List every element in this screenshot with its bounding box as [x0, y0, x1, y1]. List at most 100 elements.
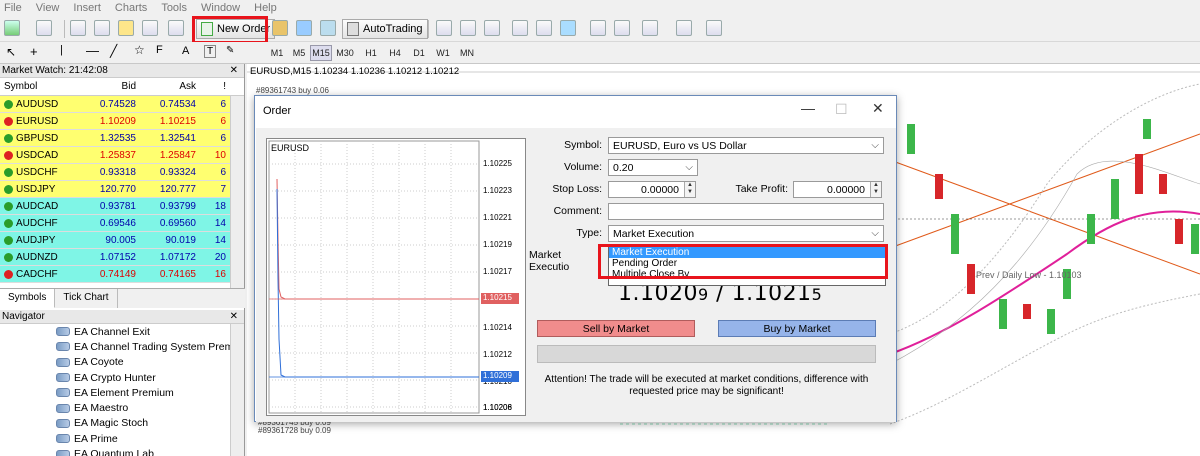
signals-icon[interactable] [296, 20, 312, 36]
drawing-toolbar: ↖ + | — ╱ ☆ F A T ✎ M1 M5 M15 M30 H1 H4 D1 W1 MN [0, 42, 1200, 64]
label-icon[interactable]: T [204, 45, 217, 58]
indicators-icon[interactable] [642, 20, 658, 36]
menu-item[interactable]: Tools [161, 2, 187, 14]
menu-item[interactable]: Window [201, 2, 240, 14]
sell-by-market-button[interactable]: Sell by Market [537, 320, 695, 337]
market-watch-icon[interactable] [70, 20, 86, 36]
text-icon[interactable]: A [182, 45, 189, 57]
price-axis-label: 1.10206 [483, 403, 512, 412]
minimize-icon[interactable]: — [801, 100, 815, 116]
zoom-in-icon[interactable] [512, 20, 528, 36]
horizontal-line-icon[interactable]: — [86, 43, 99, 58]
stop-loss-label: Stop Loss: [552, 183, 602, 195]
comment-input[interactable] [608, 203, 884, 220]
table-row[interactable]: AUDNZD 1.07152 1.07172 20 [0, 249, 244, 266]
trendline-icon[interactable]: ╱ [110, 44, 117, 58]
stepper-icon[interactable]: ▲ ▼ [870, 182, 881, 197]
navigator-item[interactable]: EA Maestro [0, 400, 244, 415]
table-row[interactable]: USDJPY 120.770 120.777 7 [0, 181, 244, 198]
arrow-up-icon [4, 235, 13, 245]
candlestick-icon[interactable] [460, 20, 476, 36]
type-select[interactable]: Market Execution ⌵ [608, 225, 884, 242]
terminal-icon[interactable] [142, 20, 158, 36]
timeframe-w1[interactable]: W1 [432, 45, 454, 61]
navigator-item[interactable]: EA Crypto Hunter [0, 370, 244, 385]
table-row[interactable]: AUDCHF 0.69546 0.69560 14 [0, 215, 244, 232]
table-row[interactable]: AUDJPY 90.005 90.019 14 [0, 232, 244, 249]
tab-symbols[interactable]: Symbols [0, 289, 56, 308]
close-icon[interactable]: ✕ [230, 65, 238, 76]
menu-item[interactable]: View [36, 2, 60, 14]
col-symbol[interactable]: Symbol [0, 81, 68, 92]
profiles-icon[interactable] [36, 20, 52, 36]
chart-shift-icon[interactable] [614, 20, 630, 36]
zoom-out-icon[interactable] [536, 20, 552, 36]
symbol-select[interactable]: EURUSD, Euro vs US Dollar ⌵ [608, 137, 884, 154]
take-profit-input[interactable]: 0.00000 ▲ ▼ [793, 181, 882, 198]
data-window-icon[interactable] [94, 20, 110, 36]
buy-by-market-button[interactable]: Buy by Market [718, 320, 876, 337]
timeframe-h4[interactable]: H4 [384, 45, 406, 61]
vertical-line-icon[interactable]: | [60, 44, 63, 56]
expert-advisor-icon [56, 403, 70, 413]
crosshair-icon[interactable]: + [30, 44, 38, 59]
shapes-icon[interactable]: ✎ [226, 45, 234, 56]
spread-cell: 16 [214, 268, 226, 280]
market-watch-scrollbar[interactable] [230, 96, 244, 288]
navigator-item[interactable]: EA Magic Stoch [0, 416, 244, 431]
price-axis-label: 1.10225 [483, 159, 512, 168]
navigator-item[interactable]: EA Channel Trading System Premu [0, 339, 244, 354]
close-icon[interactable]: ✕ [872, 100, 884, 117]
table-row[interactable]: USDCAD 1.25837 1.25847 10 [0, 147, 244, 164]
tab-tick-chart[interactable]: Tick Chart [55, 289, 118, 308]
menu-item[interactable]: Help [254, 2, 277, 14]
table-row[interactable]: EURUSD 1.10209 1.10215 6 [0, 113, 244, 130]
timeframe-d1[interactable]: D1 [408, 45, 430, 61]
channel-icon[interactable]: ☆ [134, 43, 145, 57]
periods-icon[interactable] [676, 20, 692, 36]
metaeditor-icon[interactable] [272, 20, 288, 36]
volume-select[interactable]: 0.20 ⌵ [608, 159, 698, 176]
timeframe-h1[interactable]: H1 [360, 45, 382, 61]
fibonacci-icon[interactable]: F [156, 44, 163, 56]
stop-loss-input[interactable]: 0.00000 ▲ ▼ [608, 181, 696, 198]
navigator-icon[interactable] [118, 20, 134, 36]
close-icon[interactable]: ✕ [230, 311, 238, 322]
cursor-icon[interactable]: ↖ [6, 45, 16, 59]
strategy-tester-icon[interactable] [168, 20, 184, 36]
expert-advisor-icon [56, 357, 70, 367]
col-ask[interactable]: Ask [140, 81, 200, 92]
new-chart-icon[interactable] [4, 20, 20, 36]
menu-item[interactable]: File [4, 2, 22, 14]
table-row[interactable]: USDCHF 0.93318 0.93324 6 [0, 164, 244, 181]
col-bid[interactable]: Bid [68, 81, 140, 92]
navigator-item[interactable]: EA Prime [0, 431, 244, 446]
navigator-item[interactable]: EA Channel Exit [0, 324, 244, 339]
navigator-scrollbar[interactable] [230, 324, 244, 456]
stepper-icon[interactable]: ▲ ▼ [684, 182, 695, 197]
timeframe-m5[interactable]: M5 [288, 45, 310, 61]
navigator-item[interactable]: EA Element Premium [0, 385, 244, 400]
menu-item[interactable]: Insert [73, 2, 101, 14]
autotrading-button[interactable]: AutoTrading [342, 19, 428, 39]
table-row[interactable]: AUDCAD 0.93781 0.93799 18 [0, 198, 244, 215]
navigator-item[interactable]: EA Quantum Lab [0, 446, 244, 456]
timeframe-m30[interactable]: M30 [334, 45, 356, 61]
bar-chart-icon[interactable] [436, 20, 452, 36]
line-chart-icon[interactable] [484, 20, 500, 36]
timeframe-m15[interactable]: M15 [310, 45, 332, 61]
ask-cell: 0.74534 [159, 98, 196, 110]
col-spread[interactable]: ! [200, 81, 230, 92]
tile-windows-icon[interactable] [560, 20, 576, 36]
navigator-item[interactable]: EA Coyote [0, 355, 244, 370]
menu-item[interactable]: Charts [115, 2, 147, 14]
table-row[interactable]: GBPUSD 1.32535 1.32541 6 [0, 130, 244, 147]
candle [967, 264, 975, 294]
market-icon[interactable] [320, 20, 336, 36]
table-row[interactable]: CADCHF 0.74149 0.74165 16 [0, 266, 244, 283]
auto-scroll-icon[interactable] [590, 20, 606, 36]
table-row[interactable]: AUDUSD 0.74528 0.74534 6 [0, 96, 244, 113]
timeframe-mn[interactable]: MN [456, 45, 478, 61]
templates-icon[interactable] [706, 20, 722, 36]
timeframe-m1[interactable]: M1 [266, 45, 288, 61]
